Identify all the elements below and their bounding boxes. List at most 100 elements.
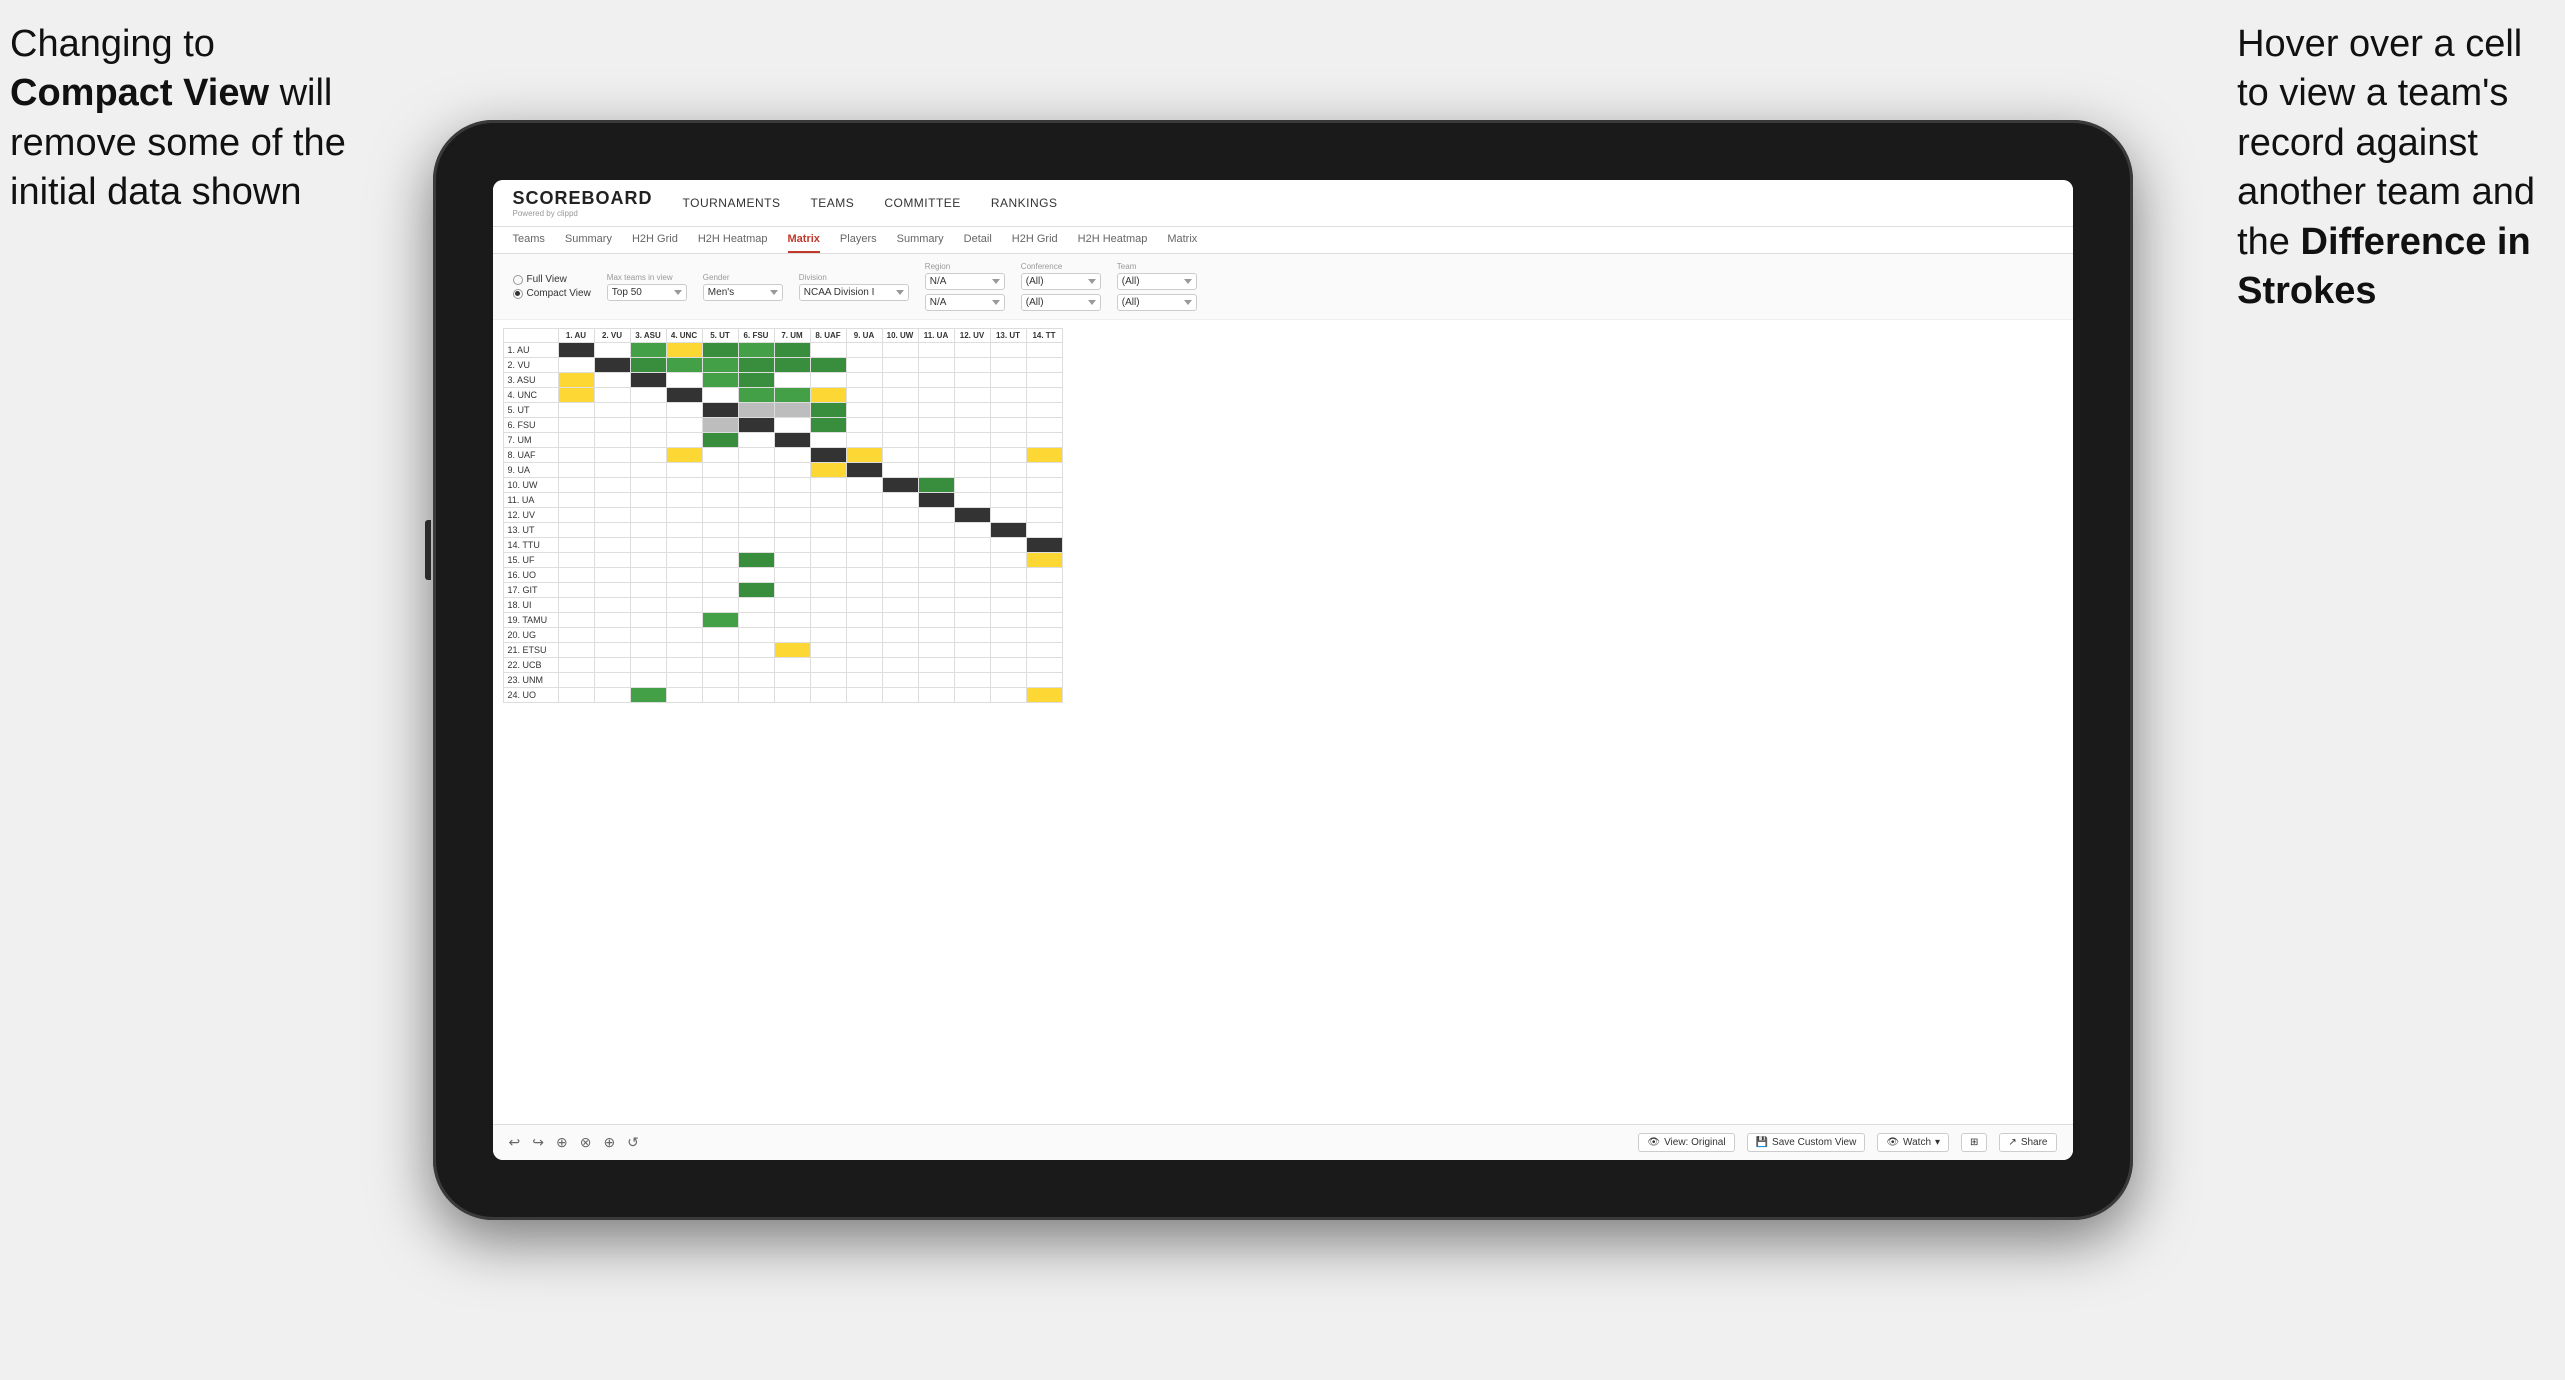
- matrix-cell[interactable]: [882, 673, 918, 688]
- matrix-cell[interactable]: [990, 628, 1026, 643]
- matrix-cell[interactable]: [990, 388, 1026, 403]
- tab-h2h-heatmap2[interactable]: H2H Heatmap: [1078, 233, 1148, 253]
- matrix-cell[interactable]: [558, 568, 594, 583]
- matrix-cell[interactable]: [738, 583, 774, 598]
- region-select2[interactable]: N/A: [925, 294, 1005, 311]
- matrix-cell[interactable]: [630, 673, 666, 688]
- matrix-cell[interactable]: [738, 643, 774, 658]
- radio-full-view[interactable]: Full View: [513, 274, 591, 285]
- matrix-cell[interactable]: [990, 418, 1026, 433]
- matrix-cell[interactable]: [990, 343, 1026, 358]
- matrix-cell[interactable]: [882, 643, 918, 658]
- matrix-cell[interactable]: [666, 523, 702, 538]
- matrix-cell[interactable]: [810, 388, 846, 403]
- matrix-cell[interactable]: [774, 463, 810, 478]
- matrix-cell[interactable]: [810, 658, 846, 673]
- matrix-cell[interactable]: [594, 673, 630, 688]
- matrix-cell[interactable]: [882, 553, 918, 568]
- matrix-cell[interactable]: [882, 418, 918, 433]
- matrix-cell[interactable]: [558, 418, 594, 433]
- matrix-cell[interactable]: [630, 598, 666, 613]
- matrix-cell[interactable]: [1026, 598, 1062, 613]
- matrix-cell[interactable]: [738, 463, 774, 478]
- matrix-cell[interactable]: [630, 493, 666, 508]
- matrix-cell[interactable]: [666, 688, 702, 703]
- matrix-cell[interactable]: [702, 688, 738, 703]
- matrix-cell[interactable]: [774, 358, 810, 373]
- matrix-cell[interactable]: [954, 463, 990, 478]
- matrix-cell[interactable]: [882, 493, 918, 508]
- team-select2[interactable]: (All): [1117, 294, 1197, 311]
- save-custom-btn[interactable]: 💾 Save Custom View: [1747, 1133, 1866, 1152]
- matrix-cell[interactable]: [810, 673, 846, 688]
- matrix-cell[interactable]: [1026, 403, 1062, 418]
- matrix-cell[interactable]: [774, 628, 810, 643]
- matrix-cell[interactable]: [630, 358, 666, 373]
- matrix-cell[interactable]: [882, 598, 918, 613]
- tab-matrix1[interactable]: Matrix: [788, 233, 820, 253]
- matrix-cell[interactable]: [990, 508, 1026, 523]
- matrix-cell[interactable]: [882, 688, 918, 703]
- tool4-icon[interactable]: ↺: [627, 1134, 639, 1151]
- matrix-cell[interactable]: [774, 478, 810, 493]
- matrix-cell[interactable]: [1026, 373, 1062, 388]
- matrix-cell[interactable]: [630, 388, 666, 403]
- matrix-cell[interactable]: [990, 463, 1026, 478]
- matrix-cell[interactable]: [630, 658, 666, 673]
- matrix-cell[interactable]: [882, 613, 918, 628]
- matrix-cell[interactable]: [846, 418, 882, 433]
- matrix-cell[interactable]: [594, 628, 630, 643]
- matrix-cell[interactable]: [954, 688, 990, 703]
- matrix-cell[interactable]: [918, 388, 954, 403]
- matrix-cell[interactable]: [918, 343, 954, 358]
- tab-matrix2[interactable]: Matrix: [1167, 233, 1197, 253]
- matrix-cell[interactable]: [882, 583, 918, 598]
- matrix-cell[interactable]: [702, 508, 738, 523]
- matrix-cell[interactable]: [810, 568, 846, 583]
- matrix-cell[interactable]: [990, 448, 1026, 463]
- matrix-cell[interactable]: [882, 463, 918, 478]
- matrix-cell[interactable]: [774, 403, 810, 418]
- nav-committee[interactable]: COMMITTEE: [884, 192, 961, 214]
- matrix-cell[interactable]: [1026, 433, 1062, 448]
- matrix-cell[interactable]: [918, 598, 954, 613]
- matrix-cell[interactable]: [666, 658, 702, 673]
- matrix-cell[interactable]: [594, 358, 630, 373]
- matrix-cell[interactable]: [882, 388, 918, 403]
- matrix-cell[interactable]: [558, 388, 594, 403]
- matrix-cell[interactable]: [954, 673, 990, 688]
- tab-h2h-grid2[interactable]: H2H Grid: [1012, 233, 1058, 253]
- matrix-cell[interactable]: [558, 613, 594, 628]
- matrix-cell[interactable]: [666, 628, 702, 643]
- matrix-cell[interactable]: [810, 508, 846, 523]
- matrix-cell[interactable]: [846, 358, 882, 373]
- matrix-cell[interactable]: [810, 583, 846, 598]
- matrix-cell[interactable]: [630, 433, 666, 448]
- matrix-cell[interactable]: [666, 598, 702, 613]
- matrix-container[interactable]: 1. AU 2. VU 3. ASU 4. UNC 5. UT 6. FSU 7…: [493, 320, 2073, 711]
- matrix-cell[interactable]: [774, 613, 810, 628]
- matrix-cell[interactable]: [702, 673, 738, 688]
- matrix-cell[interactable]: [918, 418, 954, 433]
- matrix-cell[interactable]: [666, 478, 702, 493]
- matrix-cell[interactable]: [630, 583, 666, 598]
- matrix-cell[interactable]: [1026, 508, 1062, 523]
- matrix-cell[interactable]: [954, 418, 990, 433]
- matrix-cell[interactable]: [954, 658, 990, 673]
- matrix-cell[interactable]: [810, 643, 846, 658]
- matrix-cell[interactable]: [666, 643, 702, 658]
- matrix-cell[interactable]: [666, 493, 702, 508]
- matrix-cell[interactable]: [666, 418, 702, 433]
- matrix-cell[interactable]: [594, 478, 630, 493]
- matrix-cell[interactable]: [594, 688, 630, 703]
- matrix-cell[interactable]: [666, 448, 702, 463]
- matrix-cell[interactable]: [702, 388, 738, 403]
- matrix-cell[interactable]: [918, 628, 954, 643]
- matrix-cell[interactable]: [666, 403, 702, 418]
- matrix-cell[interactable]: [774, 433, 810, 448]
- matrix-cell[interactable]: [882, 343, 918, 358]
- matrix-cell[interactable]: [846, 493, 882, 508]
- matrix-cell[interactable]: [774, 523, 810, 538]
- matrix-cell[interactable]: [594, 463, 630, 478]
- matrix-cell[interactable]: [774, 418, 810, 433]
